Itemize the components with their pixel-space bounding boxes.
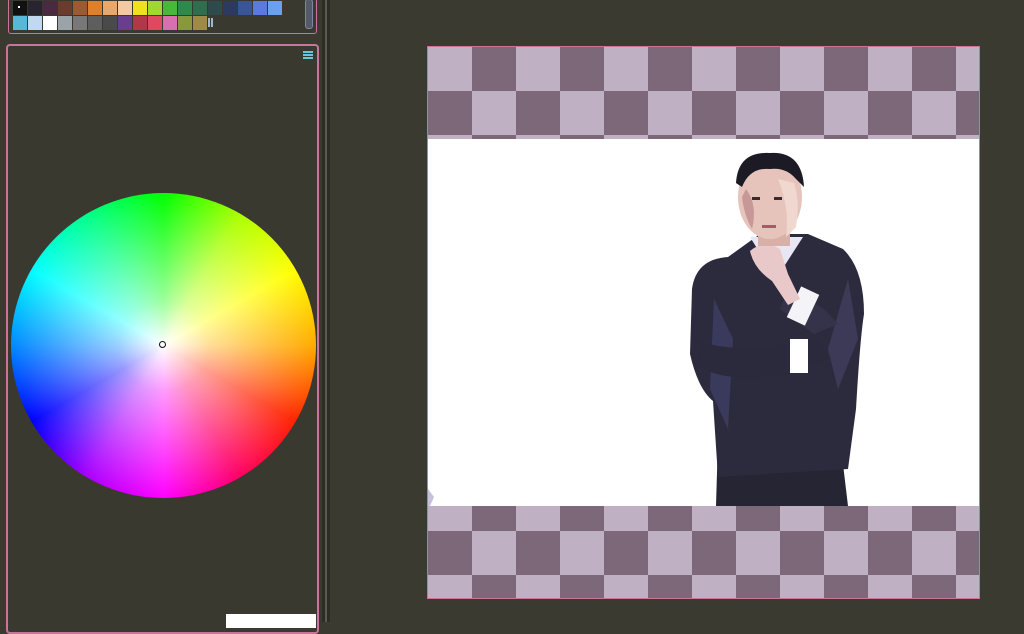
color-swatch[interactable] [148, 16, 162, 30]
color-swatch[interactable] [43, 16, 57, 30]
color-swatch[interactable] [178, 1, 192, 15]
palette-row-1 [13, 1, 282, 15]
palette-scrollbar[interactable] [305, 0, 313, 29]
color-swatch[interactable] [28, 1, 42, 15]
color-swatch[interactable] [163, 1, 177, 15]
drawing-canvas[interactable] [427, 46, 980, 599]
color-swatch[interactable] [13, 16, 27, 30]
man-in-suit-image [428, 152, 864, 506]
color-swatch[interactable] [88, 16, 102, 30]
color-swatch[interactable] [133, 1, 147, 15]
photo-layer [428, 139, 979, 506]
color-swatch[interactable] [58, 16, 72, 30]
color-swatch[interactable] [148, 1, 162, 15]
color-swatch[interactable] [178, 16, 192, 30]
menu-icon[interactable] [303, 51, 313, 60]
color-swatch[interactable] [208, 1, 222, 15]
palette-panel [8, 0, 317, 34]
color-swatch[interactable] [73, 16, 87, 30]
palette-row-2 [13, 16, 207, 30]
color-swatch[interactable] [13, 1, 27, 15]
color-swatch[interactable] [268, 1, 282, 15]
color-swatch[interactable] [253, 1, 267, 15]
color-wheel-cursor[interactable] [159, 341, 166, 348]
color-swatch[interactable] [28, 16, 42, 30]
color-wheel[interactable] [11, 193, 316, 498]
color-swatch[interactable] [193, 1, 207, 15]
color-swatch[interactable] [43, 1, 57, 15]
panel-splitter-line [325, 0, 327, 622]
color-swatch[interactable] [58, 1, 72, 15]
color-swatch[interactable] [88, 1, 102, 15]
palette-resize-handle[interactable] [208, 18, 213, 27]
color-swatch[interactable] [223, 1, 237, 15]
color-swatch[interactable] [238, 1, 252, 15]
color-wheel-panel [6, 44, 319, 634]
current-color-preview [226, 614, 316, 628]
color-swatch[interactable] [118, 16, 132, 30]
color-swatch[interactable] [193, 16, 207, 30]
color-swatch[interactable] [103, 16, 117, 30]
color-swatch[interactable] [118, 1, 132, 15]
color-swatch[interactable] [163, 16, 177, 30]
color-swatch[interactable] [133, 16, 147, 30]
color-swatch[interactable] [103, 1, 117, 15]
color-swatch[interactable] [73, 1, 87, 15]
